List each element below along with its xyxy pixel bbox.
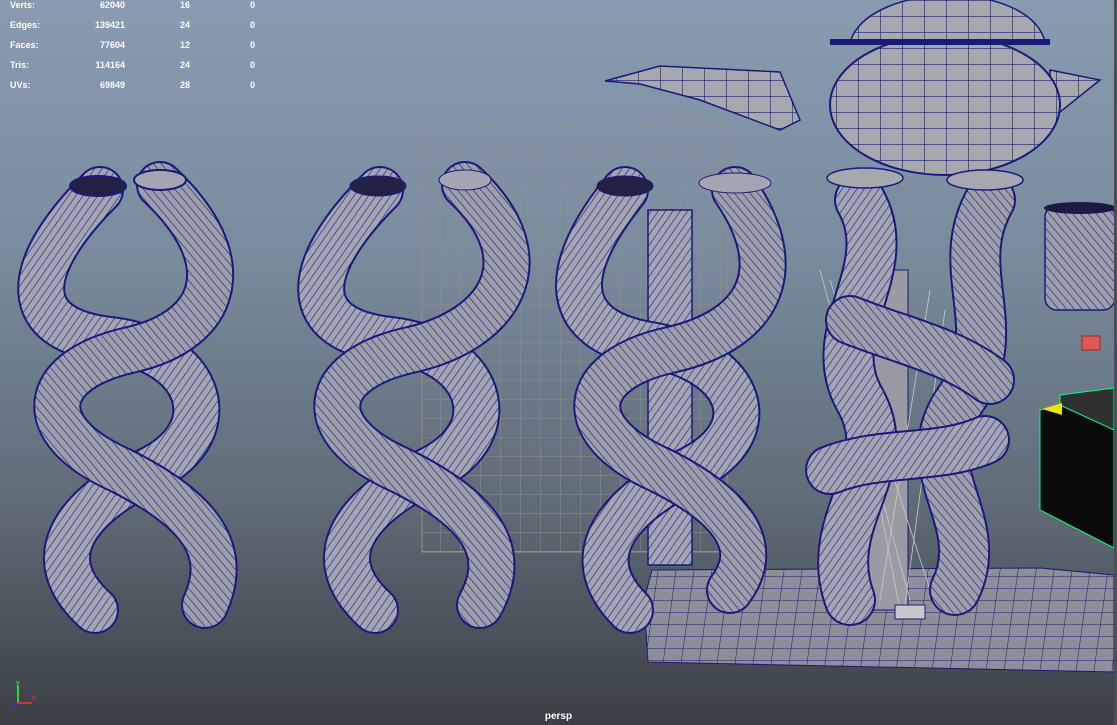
hud-total: 62040 (99, 0, 125, 10)
axis-y-label: y (16, 680, 20, 687)
axis-z-line (13, 702, 19, 707)
hud-label: UVs: (10, 80, 31, 90)
hud-label: Edges: (10, 20, 41, 30)
braid-mesh-4[interactable] (805, 174, 1016, 626)
hud-total: 139421 (94, 20, 125, 30)
hud-row-edges: Edges: 139421 24 0 (0, 20, 270, 40)
hud-components: 0 (249, 40, 255, 50)
locator-marker[interactable] (1081, 335, 1101, 351)
camera-name-label: persp (544, 711, 573, 722)
hud-total: 77604 (99, 40, 125, 50)
hud-label: Tris: (10, 60, 30, 70)
braid-mesh-3[interactable] (555, 166, 787, 634)
hud-components: 0 (249, 60, 255, 70)
poly-count-hud: Verts: 62040 16 0 Edges: 139421 24 0 Fac… (0, 0, 270, 100)
hud-row-faces: Faces: 77604 12 0 (0, 40, 270, 60)
hud-row-verts: Verts: 62040 16 0 (0, 0, 270, 20)
braid-mesh-2[interactable] (297, 161, 531, 634)
hud-row-uvs: UVs: 69849 28 0 (0, 80, 270, 100)
hud-label: Faces: (10, 40, 39, 50)
hud-total: 114164 (95, 60, 125, 70)
camera-object[interactable] (1039, 387, 1115, 549)
hud-selected: 24 (179, 60, 190, 70)
braid-mesh-1[interactable] (17, 161, 238, 634)
hud-selected: 16 (179, 0, 190, 10)
hud-selected: 12 (179, 40, 190, 50)
scene-canvas[interactable] (0, 0, 1117, 725)
tire-stack-mesh[interactable] (1044, 202, 1116, 311)
hud-components: 0 (249, 80, 255, 90)
3d-viewport[interactable]: Verts: 62040 16 0 Edges: 139421 24 0 Fac… (0, 0, 1117, 725)
axis-gizmo-icon: y x (13, 680, 36, 707)
hud-components: 0 (249, 20, 255, 30)
hud-row-tris: Tris: 114164 24 0 (0, 60, 270, 80)
hud-total: 69849 (99, 80, 125, 90)
hud-selected: 28 (179, 80, 190, 90)
axis-x-label: x (32, 695, 36, 702)
hud-label: Verts: (10, 0, 36, 10)
hud-selected: 24 (179, 20, 190, 30)
hud-components: 0 (249, 0, 255, 10)
